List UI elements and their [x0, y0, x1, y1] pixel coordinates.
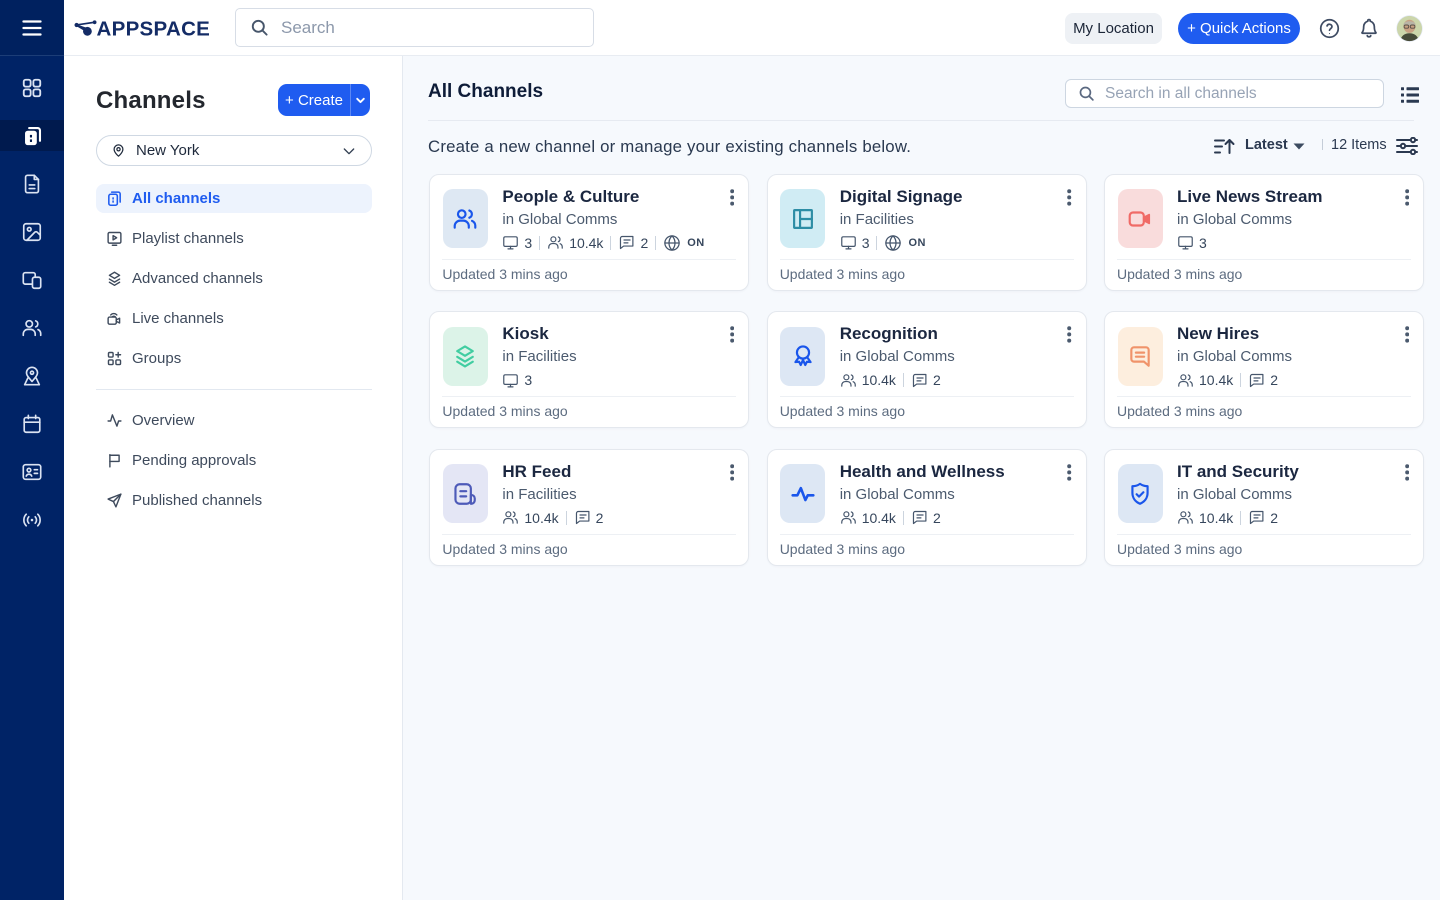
svg-text:APPSPACE: APPSPACE	[97, 18, 211, 41]
